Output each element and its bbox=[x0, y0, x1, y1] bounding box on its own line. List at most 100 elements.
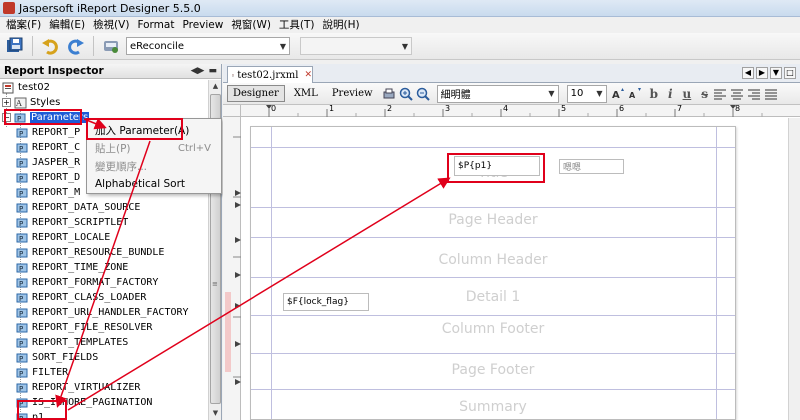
parameter-icon: P bbox=[16, 203, 28, 213]
scroll-down-icon[interactable]: ▼ bbox=[209, 407, 222, 420]
panel-menu-icon[interactable]: ◀▶ bbox=[191, 66, 205, 76]
band-page-footer: Page Footer bbox=[451, 362, 535, 378]
tab-test02[interactable]: test02.jrxml ✕ bbox=[227, 66, 313, 83]
tree-param-item[interactable]: P REPORT_URL_HANDLER_FACTORY bbox=[16, 305, 189, 320]
font-size-select[interactable]: 10 ▼ bbox=[566, 84, 607, 103]
designer-mode-button[interactable]: Designer bbox=[227, 85, 285, 102]
tree-param-item[interactable]: P REPORT_LOCALE bbox=[16, 230, 110, 245]
tab-left-icon[interactable]: ◀ bbox=[742, 67, 754, 79]
tab-list-icon[interactable]: ▼ bbox=[770, 67, 782, 79]
tree-param-item[interactable]: P FILTER bbox=[16, 365, 68, 380]
parameter-icon: P bbox=[16, 173, 28, 183]
italic-button[interactable]: i bbox=[668, 87, 673, 101]
static-text-field[interactable]: 嗯嗯 bbox=[559, 159, 624, 174]
scroll-up-icon[interactable]: ▲ bbox=[209, 80, 222, 93]
print-preview-icon[interactable] bbox=[382, 87, 396, 101]
tab-right-icon[interactable]: ▶ bbox=[756, 67, 768, 79]
tree-param-label: REPORT_TIME_ZONE bbox=[32, 262, 129, 273]
svg-text:P: P bbox=[19, 370, 23, 378]
menu-window[interactable]: 視窗(W) bbox=[227, 17, 275, 32]
annotation-field-box bbox=[447, 153, 545, 183]
tree-param-item[interactable]: P REPORT_P bbox=[16, 125, 80, 140]
menu-preview[interactable]: Preview bbox=[178, 19, 227, 31]
annotation-p1-box bbox=[17, 400, 67, 420]
tree-param-item[interactable]: P REPORT_TEMPLATES bbox=[16, 335, 128, 350]
menu-view[interactable]: 檢視(V) bbox=[89, 17, 133, 32]
parameter-icon: P bbox=[16, 188, 28, 198]
field-lock-flag[interactable]: $F{lock_flag} bbox=[283, 293, 369, 311]
tree-param-item[interactable]: P REPORT_FORMAT_FACTORY bbox=[16, 275, 158, 290]
tree-param-item[interactable]: P REPORT_SCRIPTLET bbox=[16, 215, 128, 230]
datasource-select[interactable]: eReconcile ▼ bbox=[126, 37, 290, 55]
svg-text:A: A bbox=[15, 99, 22, 108]
align-right-icon[interactable] bbox=[747, 87, 761, 101]
menu-edit[interactable]: 編輯(E) bbox=[45, 17, 89, 32]
tree-param-item[interactable]: P REPORT_FILE_RESOLVER bbox=[16, 320, 152, 335]
parameter-icon: P bbox=[16, 383, 28, 393]
styles-icon: A bbox=[14, 97, 27, 108]
tree-param-item[interactable]: P SORT_FIELDS bbox=[16, 350, 98, 365]
tree-param-item[interactable]: P REPORT_C bbox=[16, 140, 80, 155]
parameter-icon: P bbox=[16, 368, 28, 378]
datasource-value: eReconcile bbox=[130, 40, 184, 52]
tree-param-item[interactable]: P REPORT_DATA_SOURCE bbox=[16, 200, 140, 215]
canvas-scrollbar[interactable] bbox=[788, 118, 800, 420]
menu-alphabetical-sort[interactable]: Alphabetical Sort bbox=[87, 175, 221, 193]
menu-file[interactable]: 檔案(F) bbox=[2, 17, 45, 32]
decrease-font-icon[interactable]: A bbox=[628, 87, 642, 101]
tree-param-label: REPORT_LOCALE bbox=[32, 232, 111, 243]
save-all-icon[interactable] bbox=[4, 35, 26, 57]
redo-icon[interactable] bbox=[65, 35, 87, 57]
menu-alphabetical-sort-label: Alphabetical Sort bbox=[95, 178, 185, 190]
undo-icon[interactable] bbox=[39, 35, 61, 57]
align-left-icon[interactable] bbox=[713, 87, 727, 101]
tree-styles[interactable]: + A Styles bbox=[2, 95, 60, 110]
tree-param-item[interactable]: P REPORT_VIRTUALIZER bbox=[16, 380, 140, 395]
tree-param-label: REPORT_VIRTUALIZER bbox=[32, 382, 141, 393]
maximize-icon[interactable]: □ bbox=[784, 67, 796, 79]
tree-root[interactable]: test02 bbox=[2, 80, 50, 95]
svg-text:P: P bbox=[19, 265, 23, 273]
zoom-out-icon[interactable] bbox=[416, 87, 430, 101]
increase-font-icon[interactable]: A bbox=[611, 87, 625, 101]
preview-mode-button[interactable]: Preview bbox=[327, 85, 378, 102]
vertical-ruler bbox=[223, 117, 241, 420]
menu-format[interactable]: Format bbox=[133, 19, 178, 31]
minimize-icon[interactable]: ▬ bbox=[208, 66, 217, 76]
title-bar: Jaspersoft iReport Designer 5.5.0 bbox=[0, 0, 800, 17]
tree-param-item[interactable]: P JASPER_R bbox=[16, 155, 80, 170]
align-center-icon[interactable] bbox=[730, 87, 744, 101]
xml-mode-button[interactable]: XML bbox=[289, 85, 323, 102]
zoom-in-icon[interactable] bbox=[399, 87, 413, 101]
svg-text:P: P bbox=[19, 175, 23, 183]
menu-tools[interactable]: 工具(T) bbox=[275, 17, 319, 32]
font-size-value: 10 bbox=[570, 88, 584, 99]
close-icon[interactable]: ✕ bbox=[304, 70, 312, 80]
tree-param-item[interactable]: P REPORT_M bbox=[16, 185, 80, 200]
tree-param-label: REPORT_D bbox=[32, 172, 81, 183]
menu-paste-label: 貼上(P) bbox=[95, 142, 131, 155]
strikethrough-button[interactable]: s bbox=[701, 87, 708, 101]
datasource-icon[interactable] bbox=[100, 35, 122, 57]
tree-param-item[interactable]: P REPORT_CLASS_LOADER bbox=[16, 290, 146, 305]
expand-icon[interactable]: + bbox=[2, 98, 11, 107]
bold-button[interactable]: b bbox=[650, 87, 658, 101]
align-justify-icon[interactable] bbox=[764, 87, 778, 101]
parameter-icon: P bbox=[16, 323, 28, 333]
svg-text:P: P bbox=[19, 160, 23, 168]
tree-param-label: REPORT_RESOURCE_BUNDLE bbox=[32, 247, 165, 258]
grip-icon: ≡ bbox=[212, 280, 218, 288]
ruler-mark: 4 bbox=[503, 104, 509, 113]
svg-text:P: P bbox=[19, 325, 23, 333]
tree-param-item[interactable]: P REPORT_RESOURCE_BUNDLE bbox=[16, 245, 164, 260]
horizontal-ruler: 0 1 2 3 4 5 6 7 8 bbox=[241, 104, 800, 117]
tree-param-item[interactable]: P REPORT_D bbox=[16, 170, 80, 185]
underline-button[interactable]: u bbox=[683, 87, 692, 101]
svg-text:P: P bbox=[19, 340, 23, 348]
ruler-mark: 3 bbox=[445, 104, 451, 113]
font-name-select[interactable]: 細明體 ▼ bbox=[436, 84, 559, 103]
menu-help[interactable]: 說明(H) bbox=[319, 17, 364, 32]
tree-param-item[interactable]: P REPORT_TIME_ZONE bbox=[16, 260, 128, 275]
svg-text:P: P bbox=[19, 280, 23, 288]
tree-param-label: REPORT_SCRIPTLET bbox=[32, 217, 129, 228]
